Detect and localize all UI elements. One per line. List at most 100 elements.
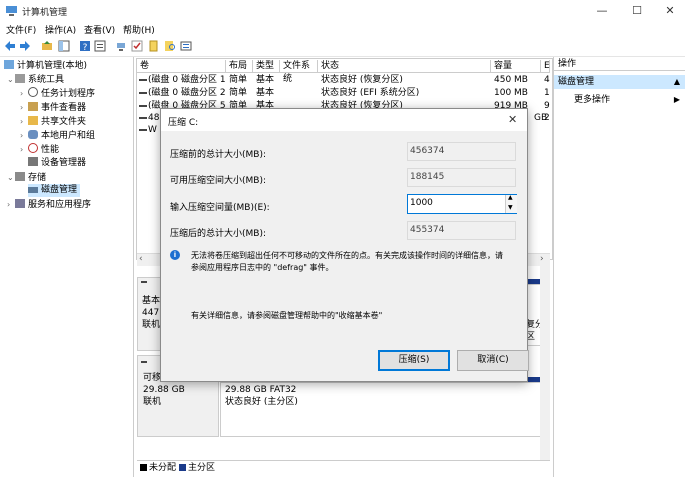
clock-icon [28,87,38,97]
scroll-left-icon[interactable]: ‹ [139,254,143,264]
minimize-button[interactable]: — [587,2,617,20]
disk0-type: 基本 [142,296,161,306]
menu-view[interactable]: 查看(V) [84,23,115,36]
table-row[interactable]: (磁盘 0 磁盘分区 1) 简单 基本 状态良好 (恢复分区) 450 MB 4 [137,74,550,86]
legend-unallocated: 未分配 [140,461,176,475]
total-before-field: 456374 [407,142,516,161]
partition-status: 状态良好 (主分区) [225,397,298,407]
column-header-volume[interactable]: 卷 [137,60,226,73]
show-hide-tree-icon[interactable] [58,40,70,52]
event-log-icon [28,102,38,111]
column-header-layout[interactable]: 布局 [226,60,253,73]
tree-item-disk-management[interactable]: 磁盘管理 [28,184,81,197]
chevron-down-icon[interactable]: ⌄ [7,73,15,86]
chevron-right-icon[interactable]: › [20,101,28,114]
menu-help[interactable]: 帮助(H) [123,23,155,36]
actions-section-disk-management[interactable]: 磁盘管理 ▲ [554,75,685,89]
info-text-line2: 参阅应用程序日志中的 "defrag" 事件。 [191,263,334,272]
tree-label: 事件查看器 [41,103,87,113]
column-header-filesystem[interactable]: 文件系统 [280,60,318,84]
tree-item-task-scheduler[interactable]: › 任务计划程序 [20,87,95,100]
connect-icon[interactable] [116,40,128,52]
menu-file[interactable]: 文件(F) [6,23,36,36]
maximize-button[interactable]: ☐ [622,2,652,20]
tree-label: 磁盘管理 [41,185,78,195]
help-reference-text: 有关详细信息，请参阅磁盘管理帮助中的"收缩基本卷" [191,311,383,320]
collapse-icon[interactable]: ▲ [674,75,680,89]
tree-item-performance[interactable]: › 性能 [20,143,59,156]
column-header-e[interactable]: E [541,60,550,73]
search-icon[interactable] [164,40,176,52]
vertical-scrollbar[interactable] [540,266,550,460]
storage-icon [15,172,25,181]
chevron-right-icon[interactable]: › [7,198,15,211]
spin-down-icon[interactable]: ▼ [508,204,513,211]
check-icon[interactable] [131,40,143,52]
fat32-partition[interactable]: 29.88 GB FAT32 状态良好 (主分区) [220,382,548,437]
cell-volume: (磁盘 0 磁盘分区 2) [148,88,226,98]
dialog-close-button[interactable]: ✕ [508,113,517,126]
tree-item-storage[interactable]: ⌄ 存储 [7,171,46,184]
tree-item-local-users[interactable]: › 本地用户和组 [20,129,95,142]
more-actions[interactable]: 更多操作 ▶ [554,93,685,107]
chevron-right-icon[interactable]: › [20,87,28,100]
cancel-button[interactable]: 取消(C) [457,350,529,371]
tree-label: 共享文件夹 [41,117,87,127]
info-text-line1: 无法将卷压缩到超出任何不可移动的文件所在的点。有关完成该操作时间的详细信息，请 [191,251,503,260]
help-icon[interactable]: ? [79,40,91,52]
shared-folder-icon [28,116,38,125]
tree-root[interactable]: 计算机管理(本地) [4,60,87,73]
users-icon [28,130,38,139]
column-header-capacity[interactable]: 容量 [491,60,541,73]
dialog-title-bar: 压缩 C: ✕ [161,109,527,131]
actions-pane: 操作 磁盘管理 ▲ 更多操作 ▶ [553,57,685,477]
tree-label: 系统工具 [28,75,65,85]
title-bar: 计算机管理 — ☐ ✕ [0,0,685,22]
shrink-amount-stepper[interactable]: 1000 ▲ ▼ [407,194,517,214]
cell-layout: 简单 [229,75,248,85]
new-document-icon[interactable] [148,40,160,52]
tree-item-shared-folders[interactable]: › 共享文件夹 [20,115,86,128]
scroll-right-icon[interactable]: › [540,254,544,264]
column-header-status[interactable]: 状态 [318,60,491,73]
volume-icon [139,92,147,94]
chevron-right-icon[interactable]: › [20,129,28,142]
dialog-title: 压缩 C: [168,118,199,128]
cell-e: 2 [544,113,550,123]
properties-icon[interactable] [94,40,106,52]
spin-up-icon[interactable]: ▲ [508,194,513,201]
disk-icon [141,281,147,283]
svg-text:?: ? [83,43,88,52]
forward-arrow-icon[interactable] [19,40,31,52]
removable-size: 29.88 GB [143,385,185,395]
chevron-down-icon[interactable]: ⌄ [7,171,15,184]
cell-volume: W [148,125,157,135]
shrink-amount-label: 输入压缩空间量(MB)(E): [170,203,270,213]
chevron-right-icon[interactable]: › [20,143,28,156]
cell-e: 4 [544,75,550,85]
tree-label: 存储 [28,173,47,183]
tree-item-system-tools[interactable]: ⌄ 系统工具 [7,73,64,86]
column-header-type[interactable]: 类型 [253,60,280,73]
legend-label: 未分配 [149,463,177,473]
tree-item-services[interactable]: › 服务和应用程序 [7,198,91,211]
shrink-amount-input[interactable]: 1000 [410,198,433,208]
actions-header: 操作 [554,57,685,71]
chevron-right-icon[interactable]: › [20,115,28,128]
cell-type: 基本 [256,88,275,98]
window-title: 计算机管理 [22,8,68,18]
volume-icon [139,117,147,119]
list-view-icon[interactable] [180,40,192,52]
shrink-button[interactable]: 压缩(S) [378,350,450,371]
back-arrow-icon[interactable] [4,40,16,52]
performance-icon [28,143,38,153]
legend: 未分配 主分区 [137,460,550,475]
table-row[interactable]: (磁盘 0 磁盘分区 2) 简单 基本 状态良好 (EFI 系统分区) 100 … [137,87,550,99]
computer-icon [4,60,14,69]
tree-item-device-manager[interactable]: 设备管理器 [28,157,86,170]
close-button[interactable]: ✕ [655,2,685,20]
tree-item-event-viewer[interactable]: › 事件查看器 [20,101,86,114]
up-folder-icon[interactable] [41,40,53,52]
more-actions-label: 更多操作 [574,95,611,105]
menu-action[interactable]: 操作(A) [45,23,76,36]
